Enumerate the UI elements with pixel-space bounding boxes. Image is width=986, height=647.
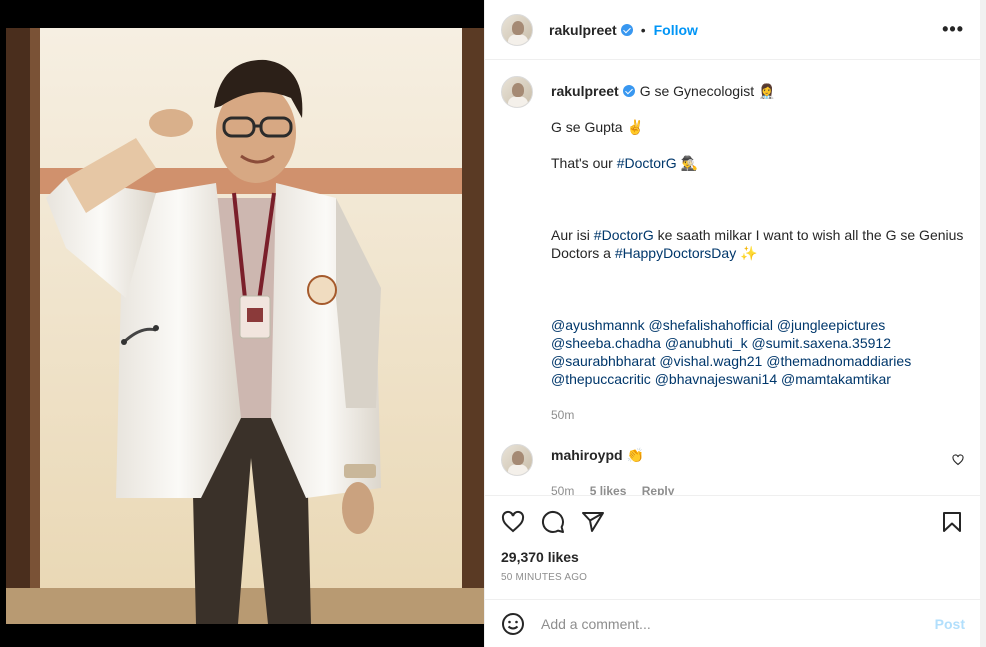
reply-button[interactable]: Reply [642, 484, 675, 495]
avatar[interactable] [501, 13, 533, 46]
comment-like-heart-icon[interactable] [952, 454, 964, 466]
header-username[interactable]: rakulpreet [549, 22, 617, 38]
post-button[interactable]: Post [935, 616, 965, 632]
mention-link[interactable]: @bhavnajeswani14 [655, 371, 777, 387]
mention-link[interactable]: @jungleepictures [777, 317, 885, 333]
mention-link[interactable]: @sheeba.chadha [551, 335, 661, 351]
hashtag-happydoctorsday[interactable]: #HappyDoctorsDay [615, 245, 736, 261]
mention-link[interactable]: @saurabhbharat [551, 353, 656, 369]
add-comment-bar: Post [485, 599, 981, 647]
share-icon[interactable] [581, 510, 605, 534]
caption-username[interactable]: rakulpreet [551, 83, 619, 99]
header-separator: • [640, 21, 646, 38]
comment-content: mahiroypd 👏 50m 5 likes Reply [551, 444, 964, 495]
mention-link[interactable]: @mamtakamtikar [781, 371, 891, 387]
caption-line-4-a: Aur isi [551, 227, 594, 243]
caption-row: rakulpreet G se Gynecologist 👩‍⚕️ G se Gu… [501, 76, 964, 424]
caption-line-2: G se Gupta ✌️ [551, 119, 644, 135]
mention-link[interactable]: @vishal.wagh21 [659, 353, 762, 369]
mention-link[interactable]: @thepuccacritic [551, 371, 651, 387]
comment-input[interactable] [541, 615, 935, 632]
mention-link[interactable]: @themadnomaddiaries [766, 353, 911, 369]
caption-line-3-suffix: 🕵️‍♂️ [676, 155, 698, 171]
comment-row: mahiroypd 👏 50m 5 likes Reply [501, 444, 964, 495]
heart-icon[interactable] [501, 510, 525, 534]
post-details-panel: rakulpreet • Follow ••• rakulpreet G se G… [484, 0, 981, 647]
post-actions [485, 496, 980, 548]
comment-meta: 50m 5 likes Reply [551, 482, 964, 495]
scrollbar-track[interactable] [980, 0, 986, 647]
caption-line-3-prefix: That's our [551, 155, 617, 171]
comment-icon[interactable] [541, 510, 565, 534]
verified-badge-icon [620, 23, 633, 36]
post-header: rakulpreet • Follow ••• [485, 0, 980, 60]
mention-link[interactable]: @ayushmannk [551, 317, 645, 333]
mention-link[interactable]: @anubhuti_k [665, 335, 748, 351]
comment-likes[interactable]: 5 likes [590, 484, 627, 495]
mention-link[interactable]: @sumit.saxena.35912 [751, 335, 891, 351]
comment-time[interactable]: 50m [551, 484, 574, 495]
verified-badge-icon [622, 85, 635, 97]
comment-text: 👏 [626, 447, 644, 463]
photo-image [6, 28, 484, 624]
caption-line-3: That's our #DoctorG 🕵️‍♂️ [551, 154, 964, 172]
comment-username[interactable]: mahiroypd [551, 447, 623, 463]
caption-line-1: G se Gynecologist 👩‍⚕️ [639, 83, 776, 99]
commenter-avatar[interactable] [501, 444, 533, 476]
caption-time[interactable]: 50m [551, 408, 574, 422]
hashtag-doctorg[interactable]: #DoctorG [617, 155, 677, 171]
post-photo[interactable] [6, 28, 484, 624]
more-options-icon[interactable]: ••• [942, 19, 964, 40]
caption-content: rakulpreet G se Gynecologist 👩‍⚕️ G se Gu… [551, 76, 964, 424]
mention-link[interactable]: @shefalishahofficial [648, 317, 772, 333]
hashtag-doctorg-2[interactable]: #DoctorG [594, 227, 654, 243]
comments-section[interactable]: rakulpreet G se Gynecologist 👩‍⚕️ G se Gu… [485, 60, 980, 496]
caption-line-4-c: ✨ [736, 245, 758, 261]
likes-count[interactable]: 29,370 likes [485, 548, 980, 566]
caption-line-4: Aur isi #DoctorG ke saath milkar I want … [551, 226, 964, 262]
post-media [0, 0, 484, 647]
caption-meta: 50m [551, 406, 964, 424]
caption-avatar[interactable] [501, 76, 533, 108]
posted-time[interactable]: 50 MINUTES AGO [485, 572, 980, 586]
bookmark-icon[interactable] [940, 510, 964, 534]
emoji-icon[interactable] [501, 612, 525, 636]
instagram-post-modal: rakulpreet • Follow ••• rakulpreet G se G… [0, 0, 986, 647]
follow-button[interactable]: Follow [654, 22, 698, 38]
mentions-block: @ayushmannk @shefalishahofficial @jungle… [551, 316, 964, 388]
